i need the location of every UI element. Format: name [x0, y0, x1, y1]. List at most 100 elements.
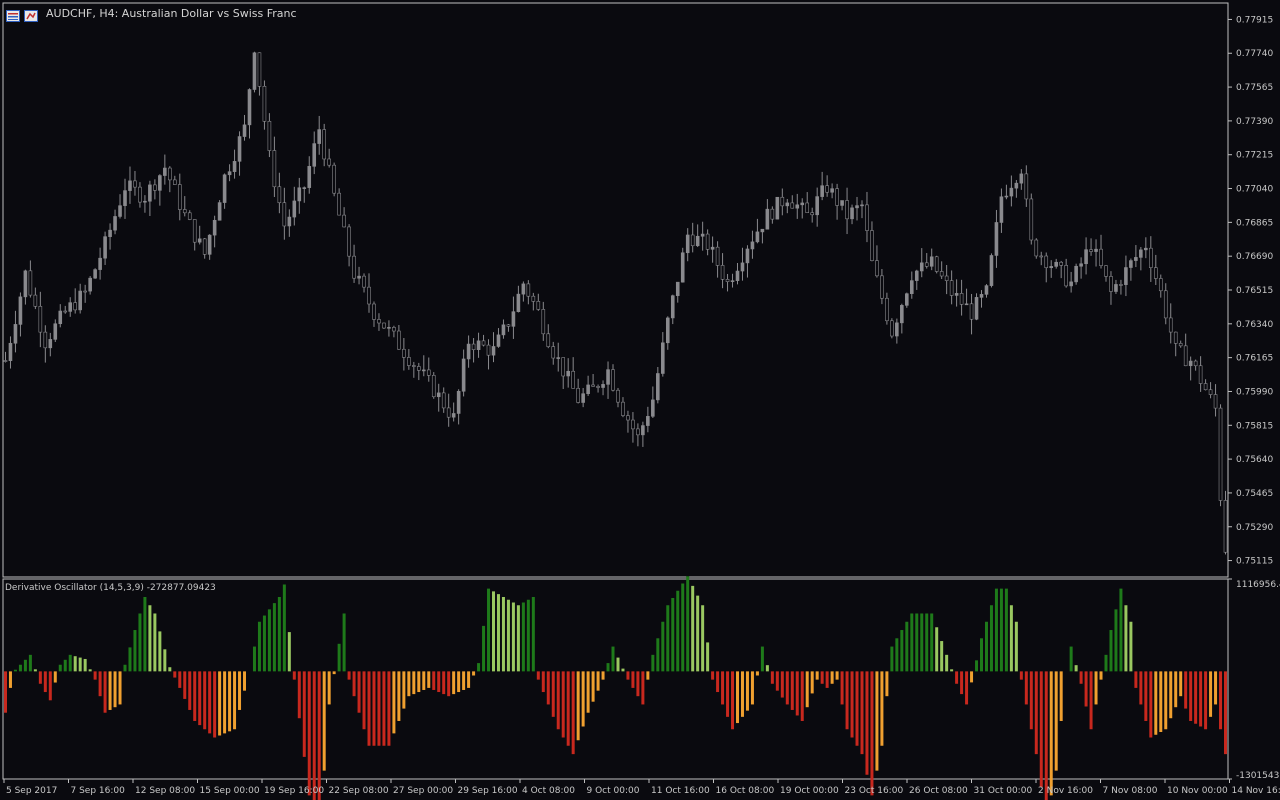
candle-body	[690, 234, 695, 247]
candle-body	[1173, 331, 1178, 344]
candle-body	[875, 260, 879, 277]
main-chart-border	[2, 2, 1229, 578]
candle-body	[252, 52, 257, 90]
candle-body	[551, 346, 556, 359]
chart-window[interactable]: 0.77915 0.77740 0.77565 0.77390 0.77215 0.770…	[0, 0, 1280, 800]
candle-body	[775, 196, 780, 220]
candle-body	[770, 208, 775, 220]
candle-body	[1084, 249, 1088, 265]
candle-body	[944, 275, 949, 281]
candle-body	[740, 262, 745, 272]
candle-body	[845, 200, 849, 220]
candle-body	[700, 233, 705, 237]
candle-body	[73, 302, 78, 311]
candle-body	[431, 375, 436, 398]
price-tick-label: 0.76515	[1236, 286, 1273, 296]
candle-body	[187, 212, 192, 220]
time-tick-label: 5 Sep 2017	[6, 786, 57, 796]
time-tick-label: 31 Oct 00:00	[974, 786, 1033, 796]
candle-body	[745, 248, 750, 264]
candle-body	[18, 296, 23, 325]
candle-body	[98, 257, 102, 270]
time-tick-label: 27 Sep 00:00	[393, 786, 453, 796]
candle-body	[93, 269, 97, 279]
candle-body	[222, 174, 227, 203]
candle-body	[342, 214, 346, 228]
candle-body	[964, 303, 969, 306]
candle-body	[646, 416, 650, 426]
candle-body	[113, 216, 117, 231]
candle-body	[212, 219, 217, 236]
candle-body	[1163, 290, 1168, 319]
indicator-border	[2, 578, 1229, 780]
candle-body	[531, 295, 536, 302]
candle-body	[267, 120, 272, 151]
candle-body	[476, 340, 481, 350]
price-tick-label: 0.76690	[1236, 252, 1273, 262]
candle-body	[949, 280, 954, 296]
candle-body	[526, 283, 531, 297]
candle-body	[451, 413, 456, 418]
candle-body	[58, 310, 63, 325]
price-tick-label: 0.76865	[1236, 218, 1273, 228]
candle-body	[242, 124, 247, 137]
candle-body	[1144, 247, 1148, 251]
price-tick-label: 0.77390	[1236, 117, 1273, 127]
candle-body	[461, 358, 466, 392]
candle-body	[989, 255, 994, 286]
candle-body	[974, 297, 979, 320]
candle-body	[277, 186, 282, 204]
candle-body	[760, 228, 765, 233]
candle-body	[227, 171, 232, 176]
candle-body	[885, 297, 889, 322]
candle-body	[387, 327, 391, 329]
candle-body	[232, 161, 237, 172]
candle-body	[661, 342, 665, 374]
candle-body	[337, 192, 341, 216]
candle-body	[88, 277, 92, 292]
candle-body	[397, 330, 401, 350]
candle-body	[13, 324, 18, 344]
candle-body	[302, 187, 307, 189]
oscillator-tick-label: 1116956.43	[1236, 580, 1280, 590]
candle-body	[466, 343, 471, 360]
candle-body	[546, 333, 551, 347]
candle-body	[1074, 265, 1078, 283]
candle-body	[1149, 247, 1153, 268]
candle-body	[994, 222, 999, 256]
candle-body	[103, 236, 107, 259]
price-tick-label: 0.75290	[1236, 523, 1273, 533]
candle-body	[163, 167, 167, 176]
time-tick-label: 7 Nov 08:00	[1103, 786, 1158, 796]
time-tick-label: 29 Sep 16:00	[458, 786, 518, 796]
candle-body	[1029, 198, 1034, 241]
candle-body	[501, 324, 506, 336]
candle-body	[177, 184, 182, 210]
chart-properties-icon[interactable]	[6, 7, 20, 22]
candle-body	[855, 205, 859, 209]
candle-body	[53, 323, 58, 340]
chart-frame	[2, 2, 1229, 780]
candle-body	[118, 205, 122, 217]
candle-body	[631, 419, 635, 430]
time-tick-label: 14 Nov 16:00	[1232, 786, 1280, 796]
candle-body	[172, 179, 177, 185]
candle-body	[133, 180, 137, 188]
candle-body	[820, 185, 824, 197]
candle-body	[1089, 249, 1093, 252]
candle-body	[516, 293, 521, 312]
candle-body	[23, 270, 28, 298]
candle-body	[905, 293, 909, 306]
candle-body	[1079, 263, 1083, 267]
candle-body	[486, 344, 491, 356]
candle-body	[621, 401, 625, 416]
time-tick-label: 15 Sep 00:00	[200, 786, 260, 796]
price-chart-svg[interactable]: 0.77915 0.77740 0.77565 0.77390 0.77215 0.770…	[0, 0, 1280, 800]
time-tick-label: 7 Sep 16:00	[71, 786, 126, 796]
candle-body	[656, 373, 660, 401]
candle-body	[1188, 360, 1193, 367]
candle-body	[192, 219, 197, 243]
auto-trading-icon[interactable]	[24, 7, 38, 22]
candle-body	[78, 290, 82, 311]
candle-body	[626, 415, 630, 421]
